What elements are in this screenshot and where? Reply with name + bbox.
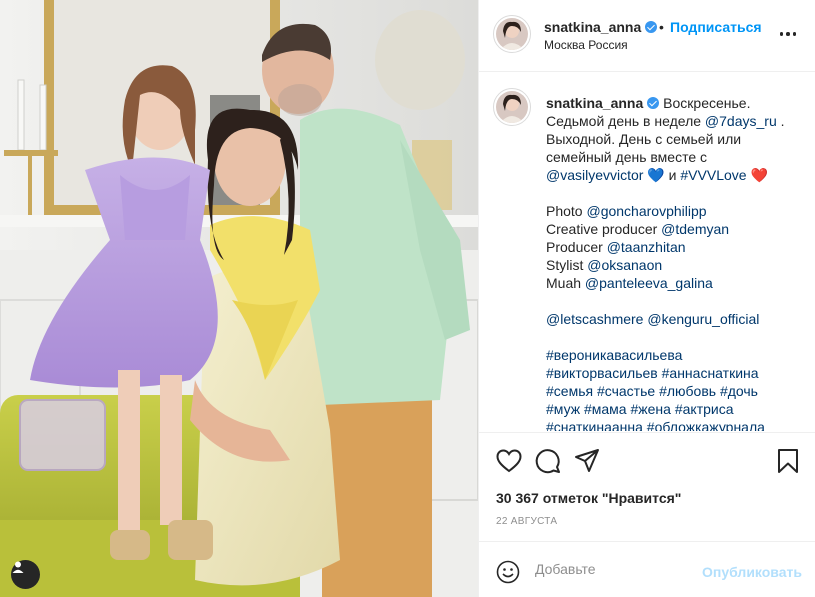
- share-icon[interactable]: [573, 447, 601, 475]
- user-tag-glyph: [12, 561, 24, 573]
- verified-badge-icon: [645, 21, 658, 33]
- caption-text: Photo: [546, 203, 587, 219]
- verified-badge-icon: [647, 97, 660, 109]
- hashtag-link[interactable]: #снаткинаанна: [546, 419, 643, 431]
- header-separator: •: [659, 19, 664, 35]
- post-side-panel: snatkina_anna • Подписаться Москва Росси…: [478, 0, 815, 597]
- red-heart-emoji: ❤️: [750, 167, 768, 183]
- caption-line: Producer @taanzhitan: [546, 238, 808, 256]
- caption-line: #вероникавасильева: [546, 346, 808, 364]
- comment-input[interactable]: [535, 561, 715, 577]
- caption-line: семейный день вместе с: [546, 148, 808, 166]
- caption-line: #семья #счастье #любовь #дочь: [546, 382, 808, 400]
- hashtag-link[interactable]: #мама: [584, 401, 627, 417]
- author-username[interactable]: snatkina_anna: [544, 19, 658, 35]
- caption-line: Muah @panteleeva_galina: [546, 274, 808, 292]
- hashtag-link[interactable]: #счастье: [597, 383, 655, 399]
- mention-link[interactable]: @oksanaon: [587, 257, 662, 273]
- caption-text: Воскресенье.: [659, 95, 751, 111]
- author-avatar[interactable]: [493, 15, 531, 53]
- blue-heart-emoji: 💙: [647, 167, 665, 183]
- caption-line: @letscashmere @kenguru_official: [546, 310, 808, 328]
- caption-text: Producer: [546, 239, 607, 255]
- family-photo-illustration: [0, 0, 478, 597]
- hashtag-link[interactable]: #актриса: [675, 401, 734, 417]
- mention-link[interactable]: @kenguru_official: [647, 311, 759, 327]
- hashtag-link[interactable]: #обложкажурнала: [647, 419, 765, 431]
- emoji-icon[interactable]: [496, 560, 520, 584]
- comment-box: Опубликовать: [479, 541, 815, 597]
- mention-link[interactable]: @goncharovphilipp: [586, 203, 706, 219]
- caption-text: Выходной. День с семьей или: [546, 131, 742, 147]
- mention-link[interactable]: @7days_ru: [705, 113, 777, 129]
- hashtag-link[interactable]: #муж: [546, 401, 580, 417]
- post-date[interactable]: 22 АВГУСТА: [496, 516, 557, 527]
- caption-text: .: [776, 113, 785, 129]
- hashtag-link[interactable]: #вероникавасильева: [546, 347, 682, 363]
- caption-line: Выходной. День с семьей или: [546, 130, 808, 148]
- hashtag-link[interactable]: #жена: [630, 401, 670, 417]
- author-username-text[interactable]: snatkina_anna: [544, 19, 641, 35]
- caption-text: семейный день вместе с: [546, 149, 708, 165]
- caption-line: #снаткинаанна #обложкажурнала: [546, 418, 808, 431]
- hashtag-link[interactable]: #викторвасильев: [546, 365, 658, 381]
- hashtag-link[interactable]: #дочь: [720, 383, 758, 399]
- user-tag-icon[interactable]: [11, 560, 40, 589]
- post-photo[interactable]: [0, 0, 478, 597]
- hashtag-link[interactable]: #семья: [546, 383, 593, 399]
- post-header: snatkina_anna • Подписаться Москва Росси…: [479, 0, 815, 72]
- hashtag-link[interactable]: #любовь: [659, 383, 716, 399]
- publish-button[interactable]: Опубликовать: [702, 564, 802, 580]
- caption-line: [546, 292, 808, 310]
- heart-icon[interactable]: [495, 447, 523, 475]
- likes-count[interactable]: 30 367 отметок "Нравится": [496, 490, 681, 506]
- hashtag-link[interactable]: #аннаснаткина: [662, 365, 759, 381]
- mention-link[interactable]: @vasilyevvictor: [546, 167, 643, 183]
- post-actions: [479, 432, 815, 487]
- mention-link[interactable]: @letscashmere: [546, 311, 643, 327]
- caption-author-avatar[interactable]: [493, 88, 531, 126]
- caption-text: Седьмой день в неделе: [546, 113, 705, 129]
- follow-button[interactable]: Подписаться: [670, 19, 762, 35]
- caption-area: snatkina_anna Воскресенье. Седьмой день в…: [479, 73, 815, 431]
- caption-line: @vasilyevvictor 💙 и #VVVLove ❤️: [546, 166, 808, 184]
- caption-text: и: [664, 167, 681, 183]
- mention-link[interactable]: @tdemyan: [661, 221, 729, 237]
- caption-line: Седьмой день в неделе @7days_ru .: [546, 112, 808, 130]
- comment-icon[interactable]: [534, 447, 562, 475]
- caption-text: Creative producer: [546, 221, 662, 237]
- caption-line: snatkina_anna Воскресенье.: [546, 94, 808, 112]
- caption-username[interactable]: snatkina_anna: [546, 95, 643, 111]
- mention-link[interactable]: @panteleeva_galina: [585, 275, 713, 291]
- caption-line: Creative producer @tdemyan: [546, 220, 808, 238]
- hashtag-link[interactable]: #VVVLove: [680, 167, 746, 183]
- caption-line: [546, 328, 808, 346]
- caption-line: [546, 184, 808, 202]
- more-options-icon[interactable]: [776, 22, 800, 46]
- caption-line: #муж #мама #жена #актриса: [546, 400, 808, 418]
- caption-text: Muah: [546, 275, 585, 291]
- post-location[interactable]: Москва Россия: [544, 38, 628, 52]
- post-caption: snatkina_anna Воскресенье. Седьмой день в…: [546, 94, 808, 431]
- caption-line: Photo @goncharovphilipp: [546, 202, 808, 220]
- caption-text: Stylist: [546, 257, 588, 273]
- caption-line: Stylist @oksanaon: [546, 256, 808, 274]
- mention-link[interactable]: @taanzhitan: [607, 239, 686, 255]
- caption-line: #викторвасильев #аннаснаткина: [546, 364, 808, 382]
- bookmark-icon[interactable]: [774, 447, 802, 475]
